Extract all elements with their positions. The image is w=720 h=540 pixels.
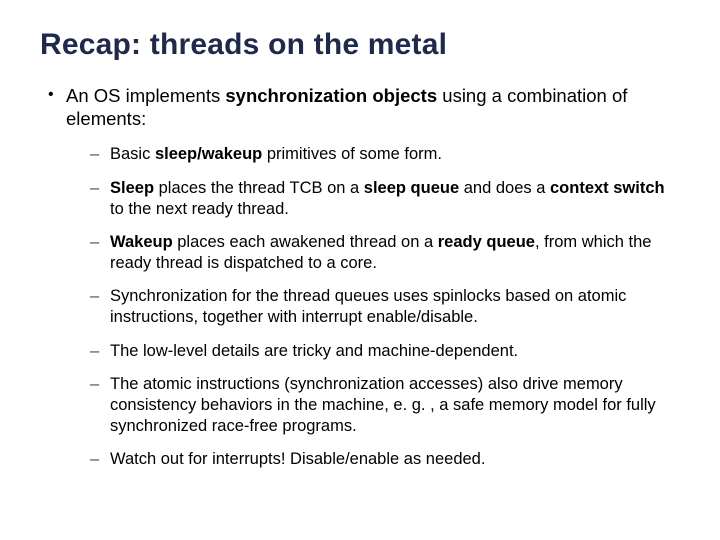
t: to the next ready thread.: [110, 200, 289, 218]
slide-title: Recap: threads on the metal: [40, 28, 680, 62]
t: sleep queue: [364, 179, 459, 197]
list-item: – Basic sleep/wakeup primitives of some …: [90, 144, 680, 165]
dash-icon: –: [90, 178, 110, 219]
t: ready queue: [438, 233, 535, 251]
lead-bullet: • An OS implements synchronization objec…: [48, 84, 680, 130]
dash-icon: –: [90, 286, 110, 327]
sub-list: – Basic sleep/wakeup primitives of some …: [90, 144, 680, 470]
t: places the thread TCB on a: [154, 179, 364, 197]
list-item: – Synchronization for the thread queues …: [90, 286, 680, 327]
t: places each awakened thread on a: [173, 233, 438, 251]
t: sleep/wakeup: [155, 145, 262, 163]
t: Sleep: [110, 179, 154, 197]
item-text: Watch out for interrupts! Disable/enable…: [110, 449, 680, 470]
item-text: The low-level details are tricky and mac…: [110, 341, 680, 362]
t: Basic: [110, 145, 155, 163]
list-item: – Watch out for interrupts! Disable/enab…: [90, 449, 680, 470]
dash-icon: –: [90, 232, 110, 273]
item-text: The atomic instructions (synchronization…: [110, 374, 680, 436]
item-text: Sleep places the thread TCB on a sleep q…: [110, 178, 680, 219]
list-item: – The atomic instructions (synchronizati…: [90, 374, 680, 436]
t: primitives of some form.: [262, 145, 442, 163]
lead-bold: synchronization objects: [225, 85, 437, 106]
list-item: – The low-level details are tricky and m…: [90, 341, 680, 362]
dash-icon: –: [90, 144, 110, 165]
list-item: – Sleep places the thread TCB on a sleep…: [90, 178, 680, 219]
dash-icon: –: [90, 374, 110, 436]
lead-pre: An OS implements: [66, 85, 225, 106]
item-text: Wakeup places each awakened thread on a …: [110, 232, 680, 273]
t: Wakeup: [110, 233, 173, 251]
list-item: – Wakeup places each awakened thread on …: [90, 232, 680, 273]
t: context switch: [550, 179, 665, 197]
t: and does a: [459, 179, 550, 197]
dash-icon: –: [90, 449, 110, 470]
bullet-dot-icon: •: [48, 84, 66, 130]
lead-text: An OS implements synchronization objects…: [66, 84, 680, 130]
item-text: Basic sleep/wakeup primitives of some fo…: [110, 144, 680, 165]
item-text: Synchronization for the thread queues us…: [110, 286, 680, 327]
dash-icon: –: [90, 341, 110, 362]
